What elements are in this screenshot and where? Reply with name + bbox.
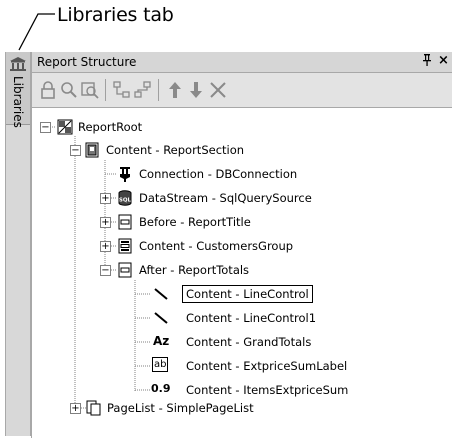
tree-item-items-extprice-sum[interactable]: Content - ItemsExtpriceSum bbox=[186, 383, 348, 397]
connection-icon bbox=[120, 167, 130, 182]
toolbar-separator bbox=[105, 79, 106, 101]
libraries-tab-label: Libraries bbox=[11, 76, 25, 128]
tree-item-report-totals[interactable]: After - ReportTotals bbox=[139, 263, 249, 277]
report-structure-tree: − ReportRoot − Content - ReportSection C… bbox=[32, 108, 452, 438]
close-icon[interactable]: × bbox=[438, 53, 449, 68]
callout-label: Libraries tab bbox=[57, 4, 174, 26]
tree-item-grand-totals[interactable]: Content - GrandTotals bbox=[186, 335, 311, 349]
group-icon bbox=[118, 238, 132, 254]
panel-title: Report Structure bbox=[37, 55, 137, 69]
tree-item-page-list[interactable]: PageList - SimplePageList bbox=[107, 401, 254, 415]
toolbar bbox=[32, 73, 452, 108]
tree-item-customers-group[interactable]: Content - CustomersGroup bbox=[139, 239, 293, 253]
collapse-toggle[interactable]: − bbox=[40, 122, 51, 133]
label-icon: ab bbox=[152, 357, 169, 372]
tree-item-extprice-sum-label[interactable]: Content - ExtpriceSumLabel bbox=[186, 359, 347, 373]
sql-query-icon: SQL bbox=[118, 190, 132, 206]
collapse-toggle[interactable]: − bbox=[70, 145, 81, 156]
report-structure-panel: Report Structure × − ReportRoot − Conten… bbox=[31, 52, 452, 438]
report-title-icon bbox=[118, 214, 132, 230]
report-totals-icon bbox=[118, 262, 132, 278]
page-list-icon bbox=[86, 400, 101, 416]
report-section-icon bbox=[85, 142, 99, 158]
find-icon[interactable] bbox=[59, 80, 79, 100]
find-next-icon[interactable] bbox=[80, 80, 100, 100]
move-in-icon[interactable] bbox=[112, 80, 132, 100]
tree-item-report-section[interactable]: Content - ReportSection bbox=[106, 143, 244, 157]
tree-item-connection[interactable]: Connection - DBConnection bbox=[139, 167, 297, 181]
expand-toggle[interactable]: + bbox=[100, 193, 111, 204]
expand-toggle[interactable]: + bbox=[100, 217, 111, 228]
svg-text:SQL: SQL bbox=[119, 198, 132, 204]
toolbar-separator bbox=[158, 79, 159, 101]
move-out-icon[interactable] bbox=[133, 80, 153, 100]
tree-item-report-root[interactable]: ReportRoot bbox=[78, 120, 142, 134]
tree-item-line-control[interactable]: Content - LineControl bbox=[182, 285, 313, 303]
tree-item-report-title[interactable]: Before - ReportTitle bbox=[139, 215, 251, 229]
line-control-icon bbox=[154, 312, 168, 324]
libraries-tab[interactable]: Libraries bbox=[6, 52, 30, 128]
panel-titlebar: Report Structure × bbox=[32, 52, 452, 73]
line-control-icon bbox=[154, 288, 168, 300]
collapse-toggle[interactable]: − bbox=[100, 265, 111, 276]
move-up-icon[interactable] bbox=[165, 80, 185, 100]
tree-item-datastream[interactable]: DataStream - SqlQuerySource bbox=[139, 191, 312, 205]
expand-toggle[interactable]: + bbox=[100, 241, 111, 252]
expand-toggle[interactable]: + bbox=[70, 403, 81, 414]
pin-icon[interactable] bbox=[422, 54, 432, 69]
libraries-tab-strip: Libraries bbox=[5, 52, 31, 436]
library-icon bbox=[10, 57, 26, 71]
delete-icon[interactable] bbox=[208, 80, 228, 100]
tree-item-line-control1[interactable]: Content - LineControl1 bbox=[186, 311, 316, 325]
text-field-icon: Az bbox=[153, 334, 170, 348]
move-down-icon[interactable] bbox=[186, 80, 206, 100]
lock-icon[interactable] bbox=[38, 80, 58, 100]
number-field-icon: 0.9 bbox=[151, 382, 171, 395]
report-root-icon bbox=[57, 119, 73, 135]
